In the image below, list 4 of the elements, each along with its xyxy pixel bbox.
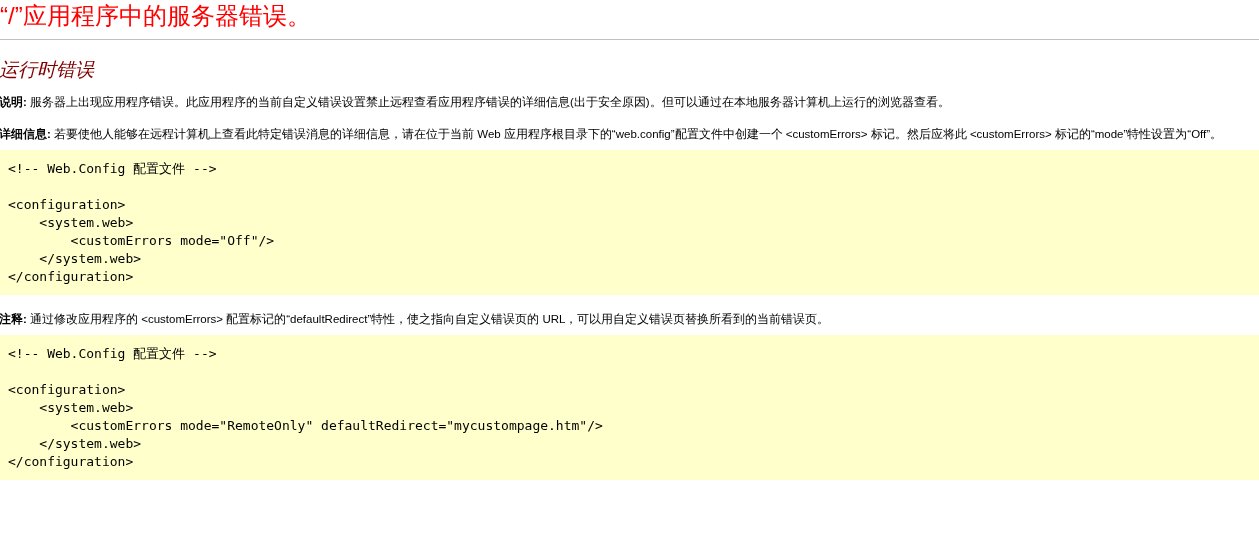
code-block: <!-- Web.Config 配置文件 --> <configuration> <system.web> <customErrors mode="RemoteOnly" defaultRedirect="mycustompage.htm"/> </system.web> </configuration> <box>0 335 1259 480</box>
code-block: <!-- Web.Config 配置文件 --> <configuration> <system.web> <customErrors mode="Off"/> </system.web> </configuration> <box>0 150 1259 295</box>
error-heading: 运行时错误 <box>0 58 96 82</box>
page-title: “/”应用程序中的服务器错误。 <box>0 1 312 31</box>
